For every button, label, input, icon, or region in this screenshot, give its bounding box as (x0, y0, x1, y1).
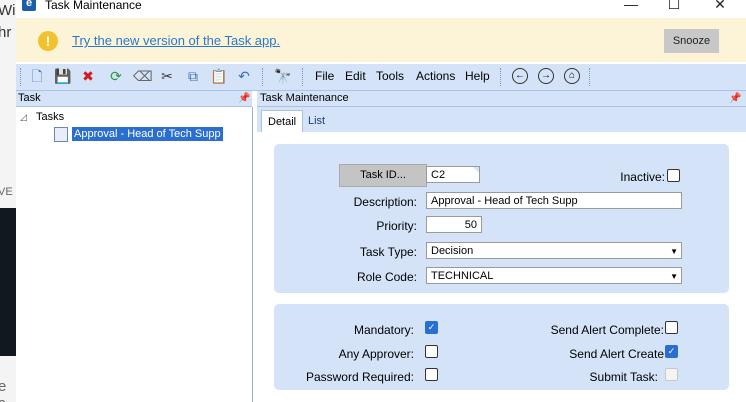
notification-bar: ! Try the new version of the Task app. S… (16, 18, 746, 62)
new-icon[interactable]: 🗋 (29, 68, 45, 84)
app-icon: e (22, 0, 36, 11)
inactive-label: Inactive: (620, 170, 665, 184)
role-code-select[interactable]: TECHNICAL ▼ (426, 267, 682, 284)
delete-icon[interactable]: ✖ (80, 68, 96, 84)
minimize-button[interactable]: — (621, 0, 641, 12)
submit-task-checkbox[interactable] (665, 368, 678, 381)
priority-field[interactable]: 50 (426, 216, 482, 233)
paste-icon[interactable]: 📋 (210, 68, 227, 84)
mandatory-checkbox[interactable]: ✓ (425, 321, 438, 334)
menu-actions[interactable]: Actions (416, 69, 455, 83)
home-icon[interactable]: ⌂ (564, 68, 580, 84)
role-code-value: TECHNICAL (431, 270, 494, 282)
options-panel: Mandatory: ✓ Any Approver: Password Requ… (274, 304, 729, 390)
task-maintenance-window: e Task Maintenance — ☐ ✕ ! Try the new v… (16, 0, 746, 402)
detail-pane: Detail List Task ID... C2 Inactive: Desc… (257, 107, 746, 402)
tab-detail[interactable]: Detail (261, 110, 304, 133)
dropdown-arrow-icon: ▼ (670, 272, 678, 281)
tab-list[interactable]: List (302, 110, 331, 132)
maximize-button[interactable]: ☐ (664, 0, 684, 12)
background-window: Wi hr VE e c (0, 0, 16, 402)
background-text: e c (0, 378, 7, 402)
undo-icon[interactable]: ↶ (236, 68, 252, 84)
task-id-button[interactable]: Task ID... (339, 164, 427, 187)
copy-icon[interactable]: ⧉ (185, 68, 201, 84)
task-id-value: C2 (431, 169, 446, 181)
send-alert-create-checkbox[interactable]: ✓ (665, 345, 678, 358)
toolbar-grip (500, 68, 504, 86)
info-icon: ! (38, 31, 58, 51)
menu-file[interactable]: File (315, 69, 334, 83)
window-title: Task Maintenance (45, 0, 142, 12)
background-image (0, 208, 16, 356)
background-text: VE (0, 186, 13, 198)
save-icon[interactable]: 💾 (54, 68, 71, 84)
detail-pane-header: Task Maintenance 📌 (257, 91, 746, 107)
toolbar-grip (262, 68, 266, 86)
collapse-icon[interactable]: ◿ (20, 112, 27, 123)
inactive-checkbox[interactable] (667, 169, 680, 182)
task-type-select[interactable]: Decision ▼ (426, 242, 682, 259)
cut-icon[interactable]: ✂ (159, 68, 175, 84)
description-label: Description: (353, 195, 417, 209)
pin-icon[interactable]: 📌 (238, 91, 250, 106)
tree-pane-title: Task (18, 92, 41, 104)
pin-icon[interactable]: 📌 (729, 91, 741, 106)
send-alert-complete-checkbox[interactable] (665, 321, 678, 334)
task-tree: ◿ Tasks Approval - Head of Tech Supp (16, 107, 253, 402)
corner-fold (473, 167, 479, 173)
send-alert-complete-label: Send Alert Complete: (550, 323, 664, 337)
new-version-link[interactable]: Try the new version of the Task app. (72, 33, 280, 48)
eraser-icon[interactable]: ⌫ (133, 68, 153, 84)
task-info-panel: Task ID... C2 Inactive: Description: App… (274, 144, 729, 293)
any-approver-checkbox[interactable] (425, 345, 438, 358)
toolbar-grip (302, 68, 306, 86)
menu-tools[interactable]: Tools (376, 69, 404, 83)
detail-content: Task ID... C2 Inactive: Description: App… (257, 132, 746, 402)
dropdown-arrow-icon: ▼ (670, 247, 678, 256)
any-approver-label: Any Approver: (338, 347, 414, 361)
background-text: Wi (0, 2, 16, 19)
forward-icon[interactable]: → (538, 68, 554, 84)
toolbar: 🗋 💾 ✖ ⟳ ⌫ ✂ ⧉ 📋 ↶ 🔭 File Edit Tools Acti… (16, 64, 746, 91)
find-icon[interactable]: 🔭 (274, 68, 291, 84)
toolbar-grip (589, 68, 593, 86)
mandatory-label: Mandatory: (353, 323, 414, 337)
task-type-label: Task Type: (359, 245, 417, 259)
password-required-checkbox[interactable] (425, 368, 438, 381)
tree-pane-header: Task 📌 (16, 91, 252, 107)
detail-pane-title: Task Maintenance (260, 92, 349, 104)
toolbar-grip (20, 68, 24, 86)
close-button[interactable]: ✕ (710, 0, 730, 12)
task-id-field[interactable]: C2 (426, 166, 480, 183)
menu-help[interactable]: Help (465, 69, 490, 83)
password-required-label: Password Required: (305, 370, 414, 384)
role-code-label: Role Code: (356, 270, 417, 284)
priority-label: Priority: (376, 219, 417, 233)
send-alert-create-label: Send Alert Create (569, 347, 664, 361)
snooze-button[interactable]: Snooze (664, 29, 719, 53)
refresh-icon[interactable]: ⟳ (108, 68, 124, 84)
background-text: hr (0, 24, 12, 41)
tree-item-approval[interactable]: Approval - Head of Tech Supp (72, 127, 223, 141)
back-icon[interactable]: ← (512, 68, 528, 84)
menu-edit[interactable]: Edit (345, 69, 366, 83)
title-bar: e Task Maintenance — ☐ ✕ (16, 0, 746, 14)
task-type-value: Decision (431, 245, 474, 257)
submit-task-label: Submit Task: (589, 370, 658, 384)
document-icon (54, 127, 68, 142)
description-field[interactable]: Approval - Head of Tech Supp (426, 192, 682, 209)
tree-root-tasks[interactable]: Tasks (36, 111, 64, 123)
